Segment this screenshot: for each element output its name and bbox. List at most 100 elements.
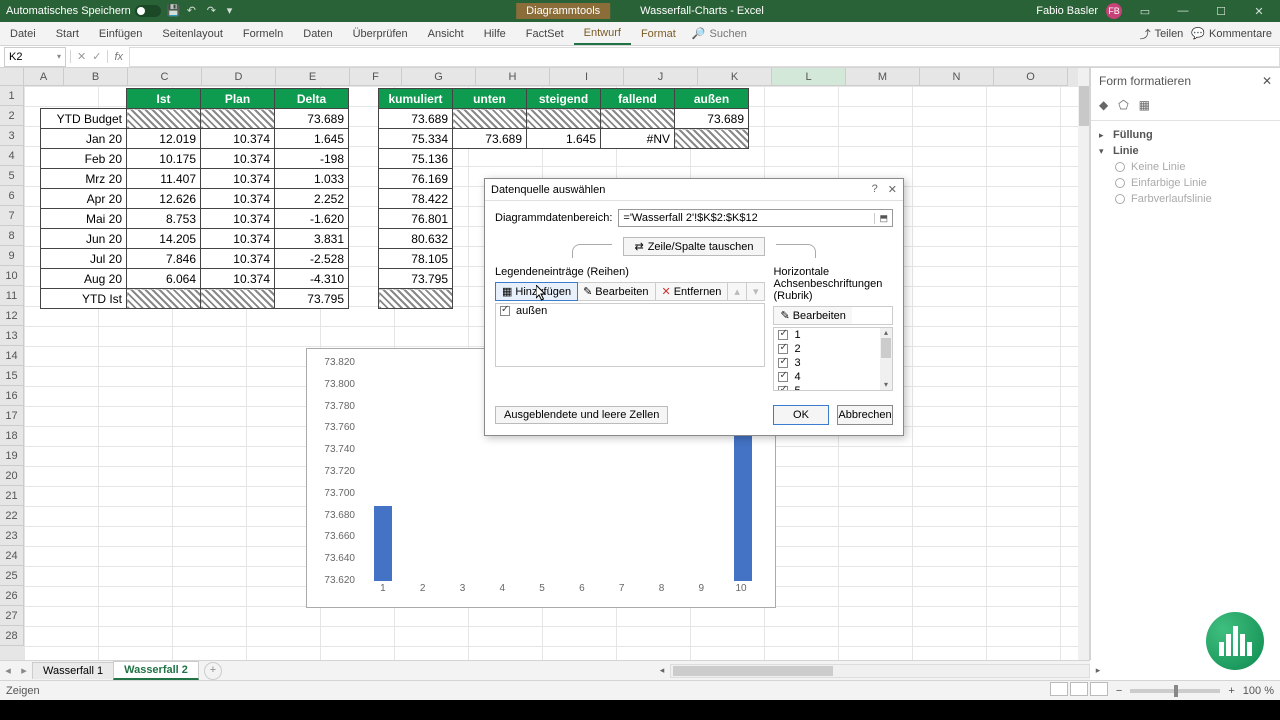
ok-button[interactable]: OK: [773, 405, 829, 425]
zoom-slider[interactable]: [1130, 689, 1220, 693]
user-name[interactable]: Fabio Basler: [1036, 5, 1098, 17]
tab-pagelayout[interactable]: Seitenlayout: [152, 24, 233, 44]
view-buttons[interactable]: [1048, 682, 1108, 699]
row-header[interactable]: 10: [0, 266, 24, 286]
edit-series-button[interactable]: ✎Bearbeiten: [577, 283, 655, 300]
row-header[interactable]: 11: [0, 286, 24, 306]
zoom-in-button[interactable]: +: [1228, 685, 1234, 697]
column-header[interactable]: H: [476, 68, 550, 86]
minimize-icon[interactable]: —: [1168, 1, 1198, 21]
column-header[interactable]: N: [920, 68, 994, 86]
line-option-none[interactable]: Keine Linie: [1099, 159, 1272, 175]
column-header[interactable]: O: [994, 68, 1068, 86]
column-header[interactable]: K: [698, 68, 772, 86]
axis-labels-listbox[interactable]: 1 2 3 4 5 ▴▾: [773, 327, 893, 391]
confirm-fx-icon[interactable]: ✓: [92, 50, 101, 63]
comments-button[interactable]: 💬Kommentare: [1191, 27, 1272, 40]
tab-data[interactable]: Daten: [293, 24, 342, 44]
checkbox[interactable]: [500, 306, 510, 316]
column-header[interactable]: F: [350, 68, 402, 86]
row-header[interactable]: 18: [0, 426, 24, 446]
undo-icon[interactable]: ↶: [187, 4, 201, 18]
redo-icon[interactable]: ↷: [207, 4, 221, 18]
row-header[interactable]: 2: [0, 106, 24, 126]
sheet-nav-next[interactable]: ▸: [16, 664, 32, 677]
column-header[interactable]: B: [64, 68, 128, 86]
tab-help[interactable]: Hilfe: [474, 24, 516, 44]
ribbon-display-icon[interactable]: ▭: [1130, 1, 1160, 21]
row-header[interactable]: 20: [0, 466, 24, 486]
row-header[interactable]: 16: [0, 386, 24, 406]
row-header[interactable]: 4: [0, 146, 24, 166]
dialog-help-icon[interactable]: ?: [872, 183, 878, 196]
sheet-nav-prev[interactable]: ◂: [0, 664, 16, 677]
checkbox[interactable]: [778, 372, 788, 382]
size-icon[interactable]: ▦: [1139, 98, 1150, 112]
checkbox[interactable]: [778, 358, 788, 368]
row-header[interactable]: 3: [0, 126, 24, 146]
column-header[interactable]: C: [128, 68, 202, 86]
column-header[interactable]: E: [276, 68, 350, 86]
row-header[interactable]: 23: [0, 526, 24, 546]
dialog-close-icon[interactable]: ✕: [888, 183, 897, 196]
tab-factset[interactable]: FactSet: [516, 24, 574, 44]
row-header[interactable]: 28: [0, 626, 24, 646]
row-header[interactable]: 6: [0, 186, 24, 206]
formula-bar[interactable]: [129, 47, 1280, 67]
move-down-button[interactable]: ▾: [747, 283, 765, 300]
user-avatar[interactable]: FB: [1106, 3, 1122, 19]
line-option-solid[interactable]: Einfarbige Linie: [1099, 175, 1272, 191]
chevron-down-icon[interactable]: ▾: [57, 52, 61, 61]
row-header[interactable]: 21: [0, 486, 24, 506]
column-header[interactable]: G: [402, 68, 476, 86]
line-option-gradient[interactable]: Farbverlaufslinie: [1099, 191, 1272, 207]
row-header[interactable]: 26: [0, 586, 24, 606]
cancel-fx-icon[interactable]: ✕: [77, 50, 86, 63]
search-box[interactable]: 🔎 Suchen: [692, 27, 747, 40]
sheet-tab[interactable]: Wasserfall 2: [113, 661, 199, 680]
listbox-scrollbar[interactable]: ▴▾: [880, 328, 892, 390]
switch-row-column-button[interactable]: ⇄ Zeile/Spalte tauschen: [623, 237, 764, 256]
remove-series-button[interactable]: ✕Entfernen: [656, 283, 729, 300]
row-header[interactable]: 25: [0, 566, 24, 586]
row-header[interactable]: 7: [0, 206, 24, 226]
row-header[interactable]: 14: [0, 346, 24, 366]
tab-insert[interactable]: Einfügen: [89, 24, 152, 44]
new-sheet-button[interactable]: +: [204, 662, 222, 680]
tab-home[interactable]: Start: [46, 24, 89, 44]
tab-view[interactable]: Ansicht: [418, 24, 474, 44]
fx-icon[interactable]: fx: [108, 51, 129, 63]
row-header[interactable]: 15: [0, 366, 24, 386]
line-section[interactable]: ▾Linie: [1099, 143, 1272, 159]
row-header[interactable]: 22: [0, 506, 24, 526]
column-header[interactable]: D: [202, 68, 276, 86]
maximize-icon[interactable]: ☐: [1206, 1, 1236, 21]
share-button[interactable]: ⤴Teilen: [1140, 26, 1184, 42]
tab-formulas[interactable]: Formeln: [233, 24, 293, 44]
checkbox[interactable]: [778, 386, 788, 391]
cancel-button[interactable]: Abbrechen: [837, 405, 893, 425]
row-header[interactable]: 19: [0, 446, 24, 466]
row-header[interactable]: 1: [0, 86, 24, 106]
name-box[interactable]: K2▾: [4, 47, 66, 67]
row-header[interactable]: 24: [0, 546, 24, 566]
checkbox[interactable]: [778, 330, 788, 340]
row-header[interactable]: 17: [0, 406, 24, 426]
select-all-corner[interactable]: [0, 68, 24, 86]
row-header[interactable]: 13: [0, 326, 24, 346]
move-up-button[interactable]: ▴: [728, 283, 747, 300]
pane-close-icon[interactable]: ✕: [1262, 74, 1272, 88]
legend-series-listbox[interactable]: außen: [495, 303, 765, 367]
row-header[interactable]: 8: [0, 226, 24, 246]
save-icon[interactable]: 💾: [167, 4, 181, 18]
autosave-toggle[interactable]: Automatisches Speichern: [6, 5, 161, 17]
tab-file[interactable]: Datei: [0, 24, 46, 44]
column-header[interactable]: J: [624, 68, 698, 86]
checkbox[interactable]: [778, 344, 788, 354]
zoom-out-button[interactable]: −: [1116, 685, 1122, 697]
qat-customize-icon[interactable]: ▾: [227, 4, 241, 18]
column-header[interactable]: L: [772, 68, 846, 86]
row-header[interactable]: 5: [0, 166, 24, 186]
close-icon[interactable]: ✕: [1244, 1, 1274, 21]
chart-data-range-input[interactable]: ='Wasserfall 2'!$K$2:$K$12 ⬒: [618, 209, 893, 227]
